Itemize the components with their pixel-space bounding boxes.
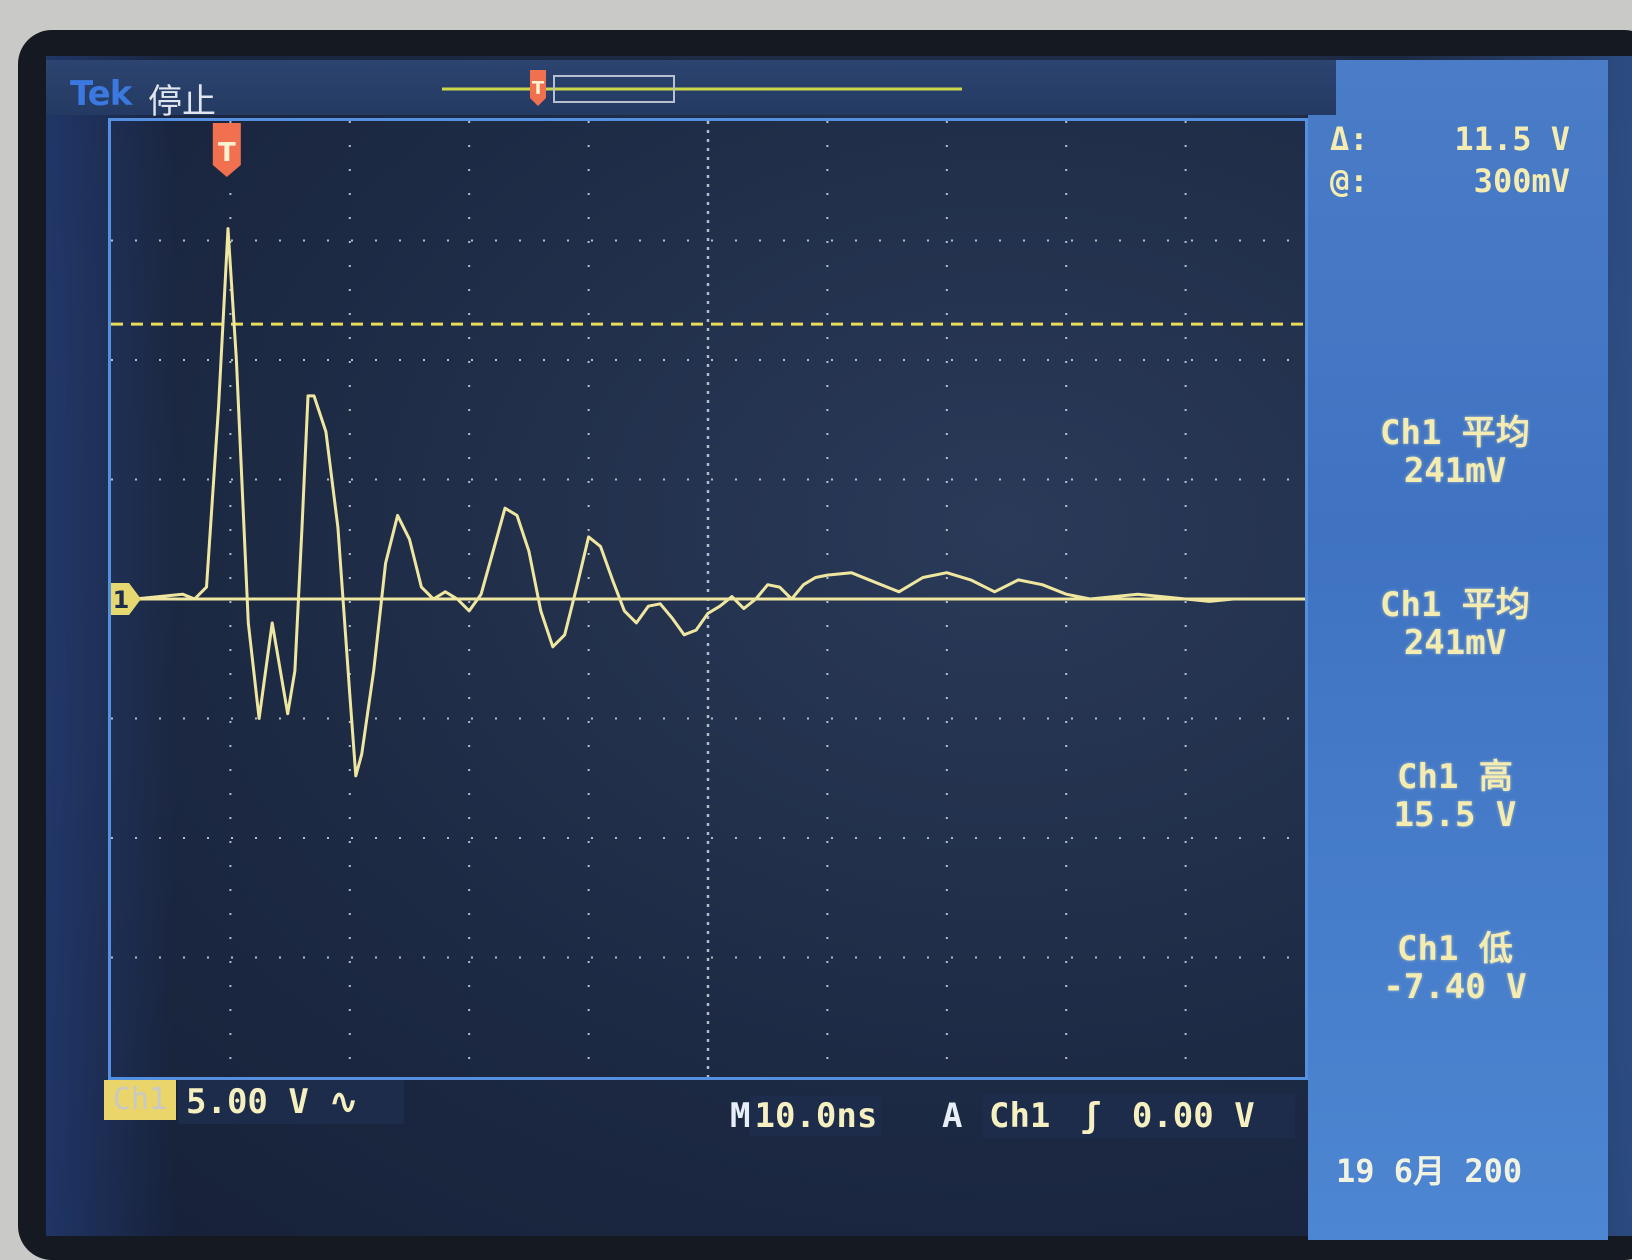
trigger-position-marker: T (212, 123, 241, 177)
date-readout: 19 6月 200 (1336, 1152, 1523, 1190)
at-value: 300mV (1473, 162, 1570, 200)
trigger-readout: Ch1 ʃ 0.00 V (982, 1094, 1295, 1138)
cursor-readout: Δ: 11.5 V @: 300mV (1330, 118, 1570, 202)
waveform-svg: T1 (111, 121, 1305, 1077)
ac-coupling-icon: ∿ (329, 1082, 358, 1122)
timebase: M 10.0ns (722, 1094, 900, 1138)
rising-edge-icon: ʃ (1080, 1096, 1102, 1136)
measurement-2[interactable]: Ch1 平均 241mV (1360, 586, 1550, 662)
timebase-value: 10.0ns (750, 1096, 882, 1136)
measurement-title: Ch1 低 (1397, 929, 1513, 969)
trigger-setting: A Ch1 ʃ 0.00 V (934, 1094, 1306, 1138)
channel-1-marker: 1 (111, 583, 141, 615)
measurement-value: -7.40 V (1383, 967, 1527, 1007)
measurement-value: 15.5 V (1393, 795, 1517, 835)
channel-badge[interactable]: Ch1 (104, 1080, 176, 1120)
trigger-source: Ch1 (988, 1096, 1051, 1136)
run-state-label: 停止 (148, 82, 216, 122)
channel-1-marker-text: 1 (113, 586, 130, 614)
measurement-1[interactable]: Ch1 平均 241mV (1360, 414, 1550, 490)
delta-value: 11.5 V (1454, 120, 1570, 158)
measurement-title: Ch1 平均 (1380, 585, 1530, 625)
measurement-4[interactable]: Ch1 低 -7.40 V (1360, 930, 1550, 1006)
volts-per-div: 5.00 V ∿ (178, 1080, 404, 1124)
measurement-value: 241mV (1403, 451, 1507, 491)
trigger-marker-text: T (218, 138, 236, 168)
trigger-level: 0.00 V (1131, 1096, 1255, 1136)
trigger-prefix: A (942, 1096, 963, 1136)
timebase-prefix: M (730, 1096, 751, 1136)
record-position-bar: T (442, 70, 962, 106)
measurement-3[interactable]: Ch1 高 15.5 V (1360, 758, 1550, 834)
measurement-title: Ch1 高 (1397, 757, 1513, 797)
tek-logo: Tek (70, 74, 132, 114)
at-label: @: (1330, 162, 1369, 200)
measurement-title: Ch1 平均 (1380, 413, 1530, 453)
record-trigger-text: T (532, 78, 545, 99)
volts-per-div-value: 5.00 V (186, 1082, 309, 1122)
waveform-graticule: T1 (108, 118, 1308, 1080)
measurement-value: 241mV (1403, 623, 1507, 663)
delta-label: Δ: (1330, 120, 1369, 158)
